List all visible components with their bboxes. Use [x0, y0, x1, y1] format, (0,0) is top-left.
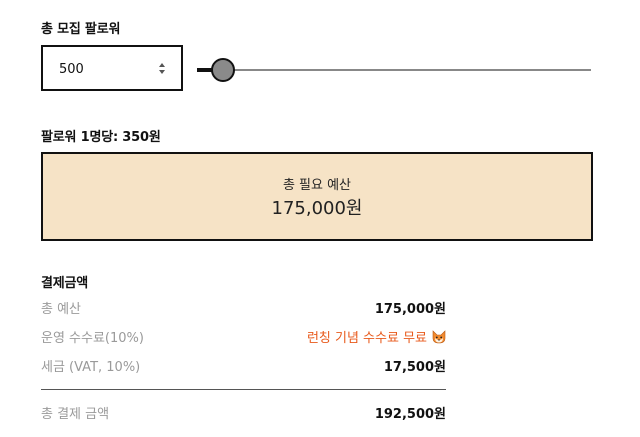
- slider-thumb[interactable]: [210, 58, 235, 82]
- payment-title: 결제금액: [41, 276, 89, 291]
- payment-row-budget: 총 예산 175,000원: [41, 298, 446, 318]
- promo-text: 런칭 기념 수수료 무료: [306, 331, 427, 346]
- budget-amount: 175,000원: [271, 198, 363, 219]
- row-label: 세금 (VAT, 10%): [41, 360, 141, 375]
- follower-count-input[interactable]: [59, 59, 149, 79]
- total-label: 총 결제 금액: [41, 407, 110, 422]
- follower-count-field[interactable]: [41, 45, 183, 91]
- price-per-follower: 팔로워 1명당: 350원: [41, 130, 161, 145]
- followers-title: 총 모집 팔로워: [41, 22, 121, 37]
- total-budget-box: 총 필요 예산 175,000원: [41, 152, 593, 241]
- increment-arrow-icon[interactable]: [159, 63, 165, 67]
- budget-label: 총 필요 예산: [282, 178, 352, 193]
- fox-face-icon: [432, 330, 446, 344]
- decrement-arrow-icon[interactable]: [159, 70, 165, 74]
- payment-row-tax: 세금 (VAT, 10%) 17,500원: [41, 356, 446, 376]
- row-value: 175,000원: [374, 302, 446, 317]
- payment-row-fee: 운영 수수료(10%) 런칭 기념 수수료 무료: [41, 327, 446, 347]
- promo-value: 런칭 기념 수수료 무료: [307, 327, 446, 346]
- payment-row-total: 총 결제 금액 192,500원: [41, 403, 446, 423]
- follower-slider[interactable]: [197, 56, 591, 84]
- row-label: 운영 수수료(10%): [41, 331, 144, 346]
- total-value: 192,500원: [374, 407, 446, 422]
- row-label: 총 예산: [41, 302, 82, 317]
- number-spinner[interactable]: [159, 63, 167, 75]
- slider-track[interactable]: [222, 69, 591, 71]
- divider: [41, 389, 446, 390]
- row-value: 17,500원: [383, 360, 446, 375]
